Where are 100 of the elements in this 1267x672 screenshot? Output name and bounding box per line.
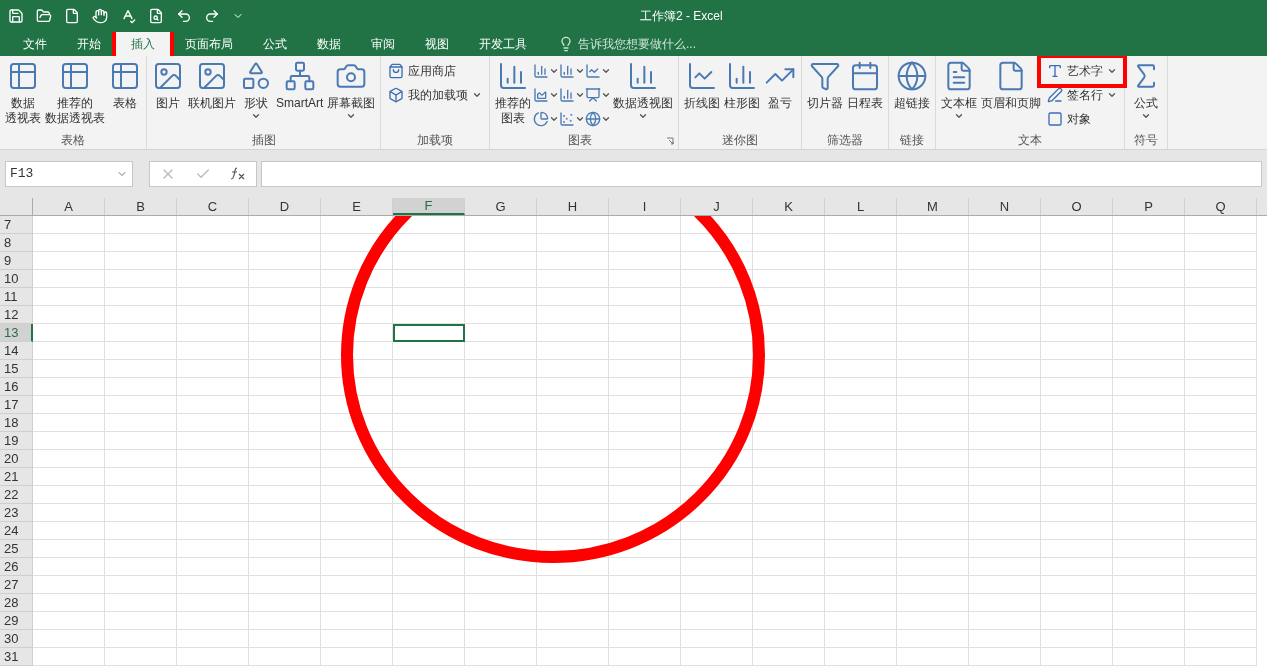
row-header[interactable]: 20 bbox=[0, 450, 33, 468]
row-header[interactable]: 19 bbox=[0, 432, 33, 450]
column-header[interactable]: M bbox=[897, 198, 969, 215]
bar-chart-icon bbox=[559, 63, 576, 79]
ribbon-button[interactable]: 艺术字 bbox=[1043, 60, 1122, 82]
row-header[interactable]: 17 bbox=[0, 396, 33, 414]
caret-icon bbox=[549, 66, 560, 76]
row-header[interactable]: 8 bbox=[0, 234, 33, 252]
ribbon-tab[interactable]: 文件 bbox=[8, 32, 62, 56]
ribbon-button[interactable]: 切片器 bbox=[805, 60, 846, 131]
ribbon-tab[interactable]: 开始 bbox=[62, 32, 116, 56]
row-header[interactable]: 7 bbox=[0, 216, 33, 234]
ribbon-tab[interactable]: 页面布局 bbox=[170, 32, 248, 56]
ribbon-tab[interactable]: 审阅 bbox=[356, 32, 410, 56]
ribbon-tab[interactable]: 数据 bbox=[302, 32, 356, 56]
row-header[interactable]: 30 bbox=[0, 630, 33, 648]
function-icon[interactable] bbox=[230, 167, 247, 181]
ribbon-button[interactable]: 日程表 bbox=[845, 60, 886, 131]
ribbon-button[interactable]: 对象 bbox=[1043, 108, 1122, 130]
column-header[interactable]: Q bbox=[1185, 198, 1257, 215]
column-header[interactable]: K bbox=[753, 198, 825, 215]
caret-icon bbox=[601, 90, 612, 100]
ribbon-button[interactable]: 文本框 bbox=[939, 60, 980, 131]
line-chart-icon bbox=[585, 63, 602, 79]
ribbon-button[interactable]: 签名行 bbox=[1043, 84, 1122, 106]
column-header[interactable]: F bbox=[393, 198, 465, 215]
column-header[interactable]: I bbox=[609, 198, 681, 215]
column-header[interactable]: A bbox=[33, 198, 105, 215]
ribbon-button[interactable]: 盈亏 bbox=[762, 60, 799, 131]
column-header[interactable]: G bbox=[465, 198, 537, 215]
row-header[interactable]: 15 bbox=[0, 360, 33, 378]
spellcheck-icon[interactable] bbox=[120, 8, 136, 24]
row-header[interactable]: 10 bbox=[0, 270, 33, 288]
row-header[interactable]: 11 bbox=[0, 288, 33, 306]
ribbon-button[interactable]: 柱形图 bbox=[722, 60, 763, 131]
caret-icon bbox=[575, 90, 586, 100]
ribbon-button[interactable]: 公式 bbox=[1128, 60, 1165, 131]
ribbon-button[interactable]: SmartArt bbox=[274, 60, 326, 131]
print-preview-icon[interactable] bbox=[148, 8, 164, 24]
bar-chart-icon bbox=[533, 63, 550, 79]
group-label: 符号 bbox=[1134, 132, 1159, 149]
tell-me-field[interactable]: 告诉我您想要做什么... bbox=[558, 32, 728, 56]
ribbon-button[interactable]: 推荐的 数据透视表 bbox=[43, 60, 107, 131]
ribbon-button[interactable]: 应用商店 bbox=[384, 60, 487, 82]
row-header[interactable]: 16 bbox=[0, 378, 33, 396]
ribbon-button[interactable]: 数据透视图 bbox=[611, 60, 676, 131]
column-header[interactable]: D bbox=[249, 198, 321, 215]
column-header[interactable]: L bbox=[825, 198, 897, 215]
bag-icon bbox=[388, 63, 405, 79]
save-icon[interactable] bbox=[8, 8, 24, 24]
column-header[interactable]: B bbox=[105, 198, 177, 215]
row-header[interactable]: 25 bbox=[0, 540, 33, 558]
row-header[interactable]: 13 bbox=[0, 324, 33, 342]
caret-icon bbox=[601, 114, 612, 124]
column-header[interactable]: N bbox=[969, 198, 1041, 215]
row-header[interactable]: 12 bbox=[0, 306, 33, 324]
row-header[interactable]: 28 bbox=[0, 594, 33, 612]
undo-icon[interactable] bbox=[176, 8, 192, 24]
ribbon-button[interactable]: 表格 bbox=[107, 60, 143, 131]
ribbon-tab[interactable]: 视图 bbox=[410, 32, 464, 56]
column-header[interactable]: J bbox=[681, 198, 753, 215]
ribbon-tab[interactable]: 公式 bbox=[248, 32, 302, 56]
caret-icon bbox=[251, 111, 261, 121]
redo-icon[interactable] bbox=[204, 8, 220, 24]
column-header[interactable]: C bbox=[177, 198, 249, 215]
ribbon-button[interactable]: 折线图 bbox=[682, 60, 723, 131]
row-header[interactable]: 9 bbox=[0, 252, 33, 270]
row-header[interactable]: 26 bbox=[0, 558, 33, 576]
folder-icon[interactable] bbox=[36, 8, 52, 24]
diagram-icon bbox=[283, 60, 316, 92]
ribbon-tab[interactable]: 开发工具 bbox=[464, 32, 542, 56]
ribbon-button[interactable]: 形状 bbox=[238, 60, 274, 131]
dialog-launcher-icon[interactable] bbox=[666, 137, 675, 145]
row-header[interactable]: 14 bbox=[0, 342, 33, 360]
ribbon-button[interactable]: 推荐的 图表 bbox=[493, 60, 534, 131]
row-header[interactable]: 23 bbox=[0, 504, 33, 522]
ribbon-button[interactable]: 我的加载项 bbox=[384, 84, 487, 106]
ribbon-button[interactable]: 数据 透视表 bbox=[3, 60, 43, 131]
window-title: 工作簿2 - Excel bbox=[640, 8, 723, 25]
new-file-icon[interactable] bbox=[64, 8, 80, 24]
ribbon-button[interactable]: 联机图片 bbox=[186, 60, 238, 131]
name-box[interactable]: F13 bbox=[5, 161, 133, 187]
row-header[interactable]: 29 bbox=[0, 612, 33, 630]
ribbon-button[interactable]: 图片 bbox=[150, 60, 186, 131]
ribbon-button[interactable]: 超链接 bbox=[892, 60, 933, 131]
hand-icon[interactable] bbox=[92, 8, 108, 24]
ribbon-button[interactable]: 屏幕截图 bbox=[325, 60, 378, 131]
row-header[interactable]: 21 bbox=[0, 468, 33, 486]
column-header[interactable]: H bbox=[537, 198, 609, 215]
row-header[interactable]: 31 bbox=[0, 648, 33, 666]
formula-input[interactable] bbox=[261, 161, 1262, 187]
group-label: 插图 bbox=[251, 132, 276, 149]
column-header[interactable]: O bbox=[1041, 198, 1113, 215]
caret-icon bbox=[346, 111, 357, 121]
ribbon-button[interactable]: 页眉和页脚 bbox=[979, 60, 1044, 131]
column-header[interactable]: P bbox=[1113, 198, 1185, 215]
row-header[interactable]: 24 bbox=[0, 522, 33, 540]
row-header[interactable]: 22 bbox=[0, 486, 33, 504]
row-header[interactable]: 18 bbox=[0, 414, 33, 432]
row-header[interactable]: 27 bbox=[0, 576, 33, 594]
